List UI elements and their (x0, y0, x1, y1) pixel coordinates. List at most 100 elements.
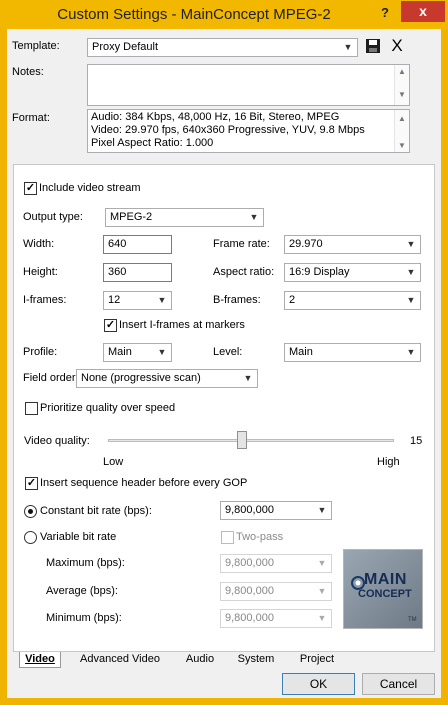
bframes-label: B-frames: (213, 294, 261, 306)
aspect-ratio-select[interactable]: 16:9 Display ▼ (284, 263, 421, 282)
close-button[interactable]: x (401, 1, 445, 22)
logo-text-main: MAIN (364, 571, 407, 588)
chevron-down-icon: ▼ (157, 347, 167, 357)
video-quality-value: 15 (410, 435, 423, 447)
help-button[interactable]: ? (371, 1, 399, 27)
format-label: Format: (12, 112, 50, 124)
chevron-down-icon: ▼ (406, 295, 416, 305)
template-value: Proxy Default (92, 41, 159, 53)
cancel-button[interactable]: Cancel (362, 673, 435, 695)
insert-iframes-label: Insert I-frames at markers (119, 319, 245, 331)
insert-iframes-checkbox[interactable]: ✓ (104, 319, 117, 332)
tab-advanced-video[interactable]: Advanced Video (71, 652, 169, 668)
notes-scrollbar[interactable]: ▲ ▼ (394, 65, 409, 105)
maximum-value: 9,800,000 (225, 557, 274, 569)
minimum-label: Minimum (bps): (46, 612, 122, 624)
quality-high-label: High (377, 456, 400, 468)
format-line-audio: Audio: 384 Kbps, 48,000 Hz, 16 Bit, Ster… (91, 111, 340, 123)
include-video-checkbox[interactable]: ✓ (24, 182, 37, 195)
tab-audio[interactable]: Audio (175, 652, 225, 668)
logo-trademark: TM (408, 617, 417, 623)
format-field: Audio: 384 Kbps, 48,000 Hz, 16 Bit, Ster… (87, 109, 410, 153)
prioritize-checkbox[interactable] (25, 402, 38, 415)
width-label: Width: (23, 238, 55, 250)
average-value: 9,800,000 (225, 585, 274, 597)
level-select[interactable]: Main ▼ (284, 343, 421, 362)
frame-rate-value: 29.970 (289, 238, 323, 250)
mainconcept-logo: MAIN CONCEPT TM (343, 549, 423, 629)
tab-project[interactable]: Project (289, 652, 345, 668)
maximum-select[interactable]: 9,800,000 ▼ (220, 554, 332, 573)
close-icon: x (419, 3, 427, 19)
chevron-down-icon: ▼ (249, 212, 259, 222)
tab-video[interactable]: Video (19, 652, 61, 668)
chevron-down-icon: ▼ (343, 42, 353, 52)
video-quality-thumb[interactable] (237, 431, 248, 449)
format-line-par: Pixel Aspect Ratio: 1.000 (91, 137, 214, 149)
cbr-label: Constant bit rate (bps): (40, 505, 152, 517)
level-value: Main (289, 346, 313, 358)
chevron-down-icon: ▼ (317, 505, 327, 515)
save-icon[interactable] (365, 38, 381, 54)
height-input[interactable]: 360 (103, 263, 172, 282)
logo-text-concept: CONCEPT (358, 588, 412, 600)
chevron-down-icon: ▼ (406, 267, 416, 277)
vbr-radio[interactable] (24, 531, 37, 544)
average-select[interactable]: 9,800,000 ▼ (220, 582, 332, 601)
sequence-header-label: Insert sequence header before every GOP (40, 477, 248, 489)
aspect-ratio-value: 16:9 Display (289, 266, 350, 278)
ok-button[interactable]: OK (282, 673, 355, 695)
level-label: Level: (213, 346, 243, 358)
notes-field[interactable]: ▲ ▼ (87, 64, 410, 106)
vbr-label: Variable bit rate (40, 531, 117, 543)
cbr-value: 9,800,000 (225, 504, 274, 516)
chevron-down-icon: ▼ (317, 613, 327, 623)
output-type-select[interactable]: MPEG-2 ▼ (105, 208, 264, 227)
chevron-down-icon: ▼ (157, 295, 167, 305)
title-bar: Custom Settings - MainConcept MPEG-2 ? x (0, 0, 448, 29)
delete-icon[interactable]: X (389, 37, 405, 55)
video-quality-label: Video quality: (24, 435, 90, 447)
output-type-label: Output type: (23, 211, 83, 223)
profile-select[interactable]: Main ▼ (103, 343, 172, 362)
iframes-select[interactable]: 12 ▼ (103, 291, 172, 310)
template-select[interactable]: Proxy Default ▼ (87, 38, 358, 57)
chevron-down-icon: ▼ (317, 558, 327, 568)
chevron-down-icon: ▼ (243, 373, 253, 383)
format-scrollbar[interactable]: ▲ ▼ (394, 110, 409, 152)
frame-rate-select[interactable]: 29.970 ▼ (284, 235, 421, 254)
window-title: Custom Settings - MainConcept MPEG-2 (57, 6, 331, 23)
two-pass-checkbox[interactable] (221, 531, 234, 544)
minimum-select[interactable]: 9,800,000 ▼ (220, 609, 332, 628)
width-input[interactable]: 640 (103, 235, 172, 254)
cbr-radio[interactable] (24, 505, 37, 518)
chevron-down-icon: ▼ (406, 347, 416, 357)
two-pass-label: Two-pass (236, 531, 284, 543)
template-label: Template: (12, 40, 60, 52)
chevron-down-icon: ▼ (317, 586, 327, 596)
chevron-down-icon: ▼ (406, 239, 416, 249)
cbr-select[interactable]: 9,800,000 ▼ (220, 501, 332, 520)
tab-system[interactable]: System (229, 652, 283, 668)
field-order-label: Field order: (23, 372, 79, 384)
profile-label: Profile: (23, 346, 58, 358)
notes-label: Notes: (12, 66, 44, 78)
video-quality-track[interactable] (108, 439, 394, 442)
include-video-label: Include video stream (39, 182, 141, 194)
format-line-video: Video: 29.970 fps, 640x360 Progressive, … (91, 124, 365, 136)
minimum-value: 9,800,000 (225, 612, 274, 624)
height-label: Height: (23, 266, 58, 278)
maximum-label: Maximum (bps): (46, 557, 125, 569)
field-order-value: None (progressive scan) (81, 372, 201, 384)
average-label: Average (bps): (46, 585, 118, 597)
profile-value: Main (108, 346, 132, 358)
sequence-header-checkbox[interactable]: ✓ (25, 477, 38, 490)
bframes-select[interactable]: 2 ▼ (284, 291, 421, 310)
dialog-body: Template: Proxy Default ▼ X Notes: ▲ ▼ Fo… (7, 29, 441, 698)
field-order-select[interactable]: None (progressive scan) ▼ (76, 369, 258, 388)
prioritize-label: Prioritize quality over speed (40, 402, 176, 414)
iframes-label: I-frames: (23, 294, 67, 306)
bframes-value: 2 (289, 294, 296, 306)
frame-rate-label: Frame rate: (213, 238, 270, 250)
aspect-ratio-label: Aspect ratio: (213, 266, 275, 278)
